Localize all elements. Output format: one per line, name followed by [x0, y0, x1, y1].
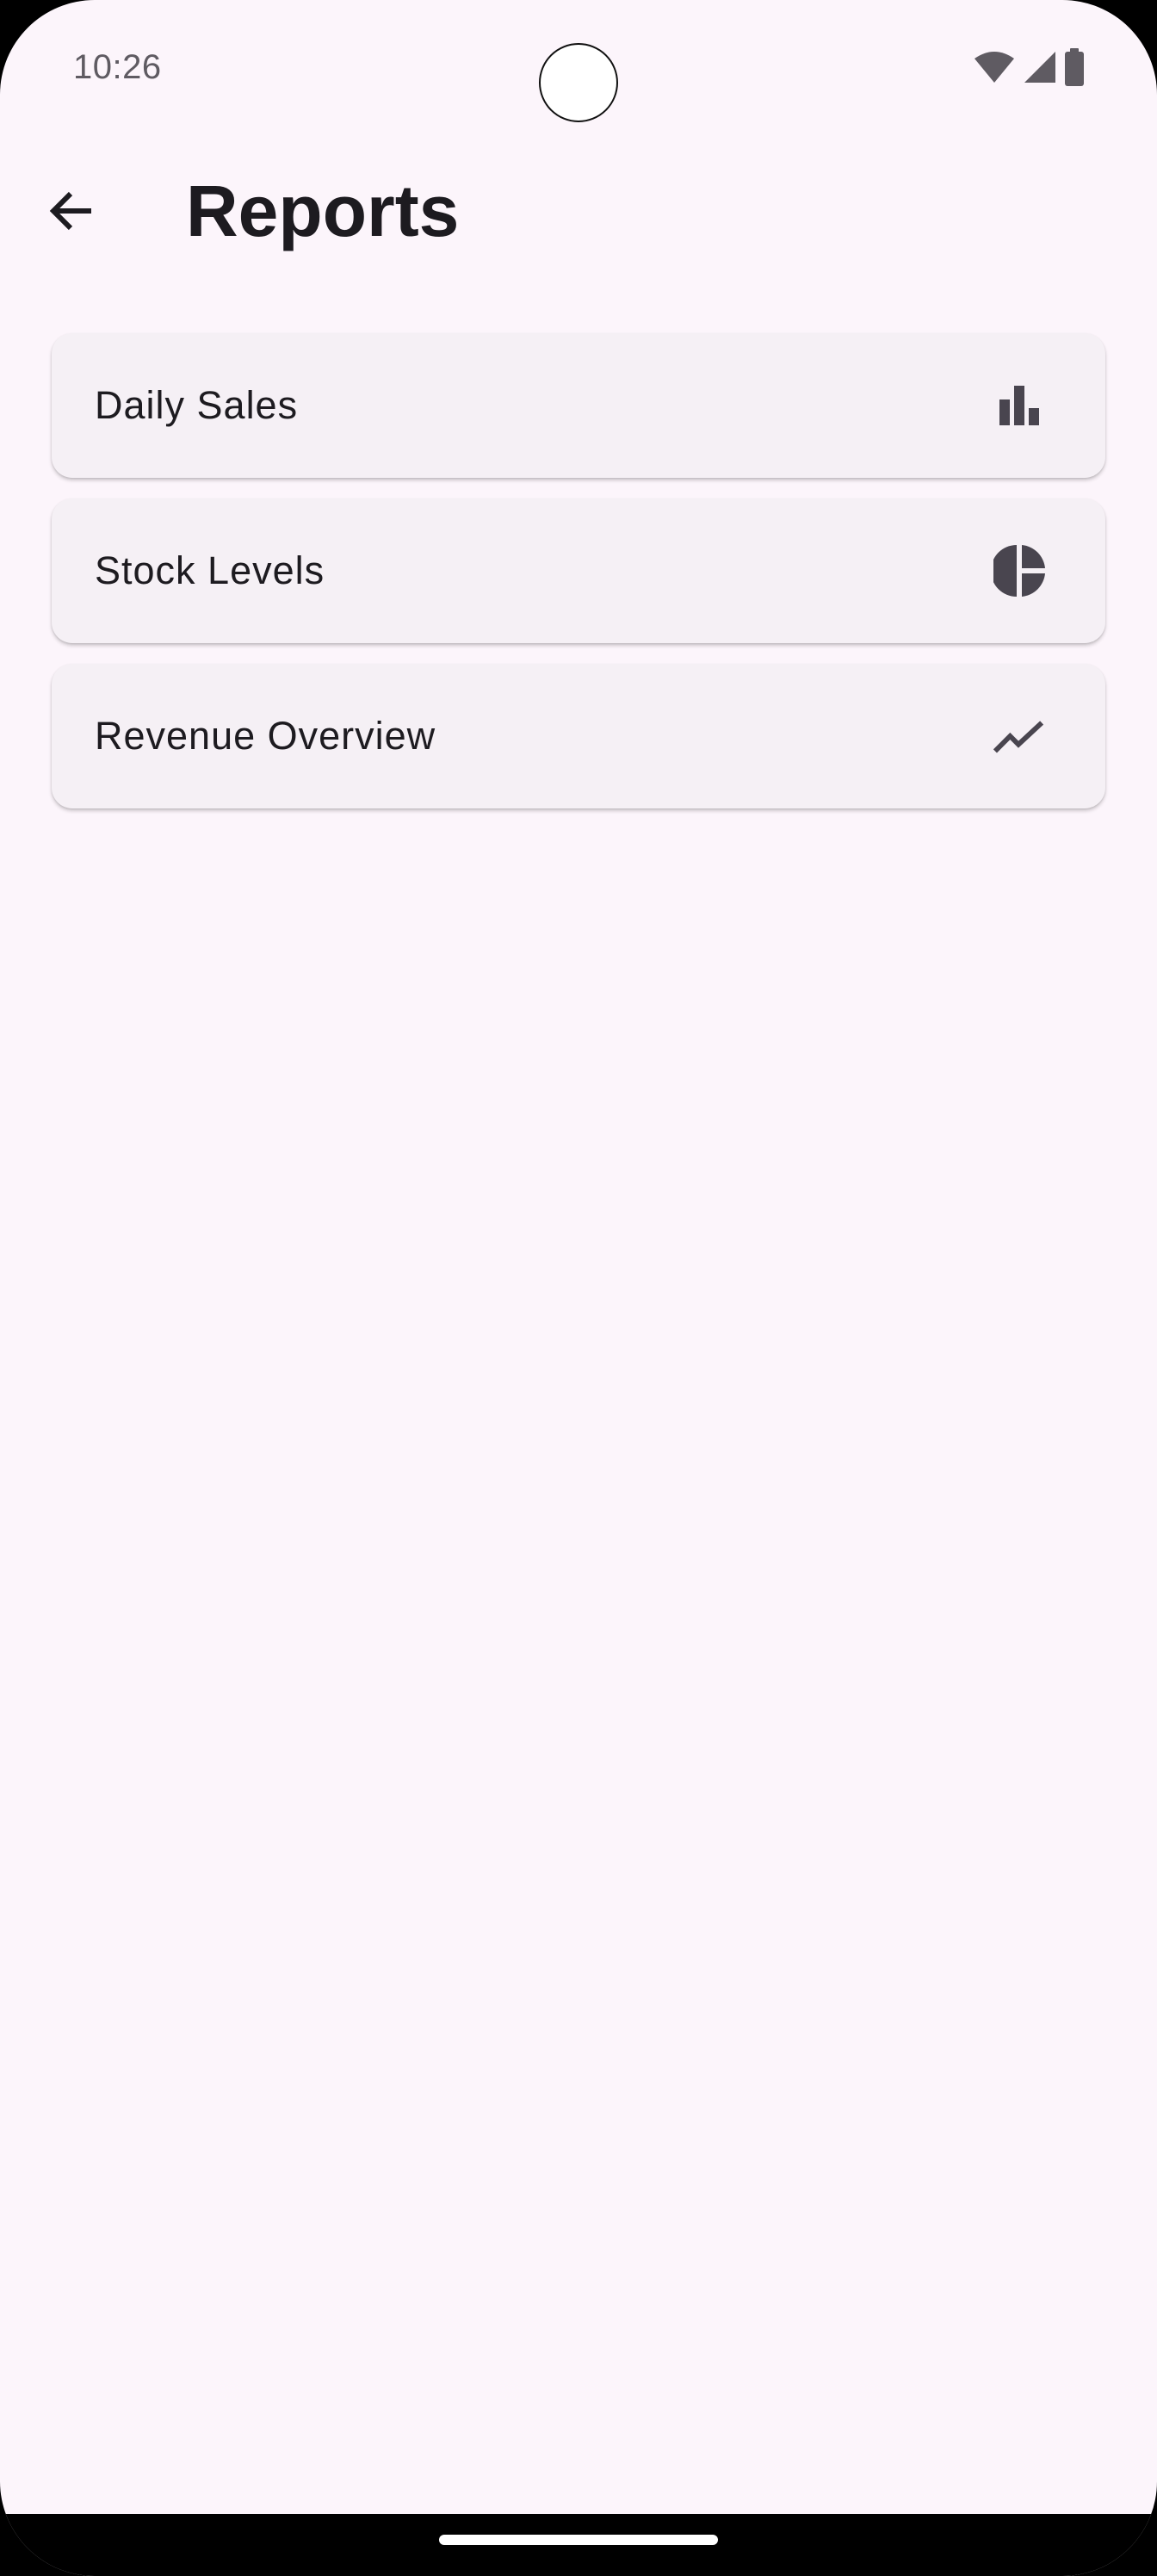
trending-up-icon	[993, 710, 1045, 762]
page-title: Reports	[186, 170, 460, 251]
report-label: Stock Levels	[95, 548, 325, 592]
camera-cutout	[539, 43, 618, 122]
wifi-icon	[973, 50, 1016, 84]
home-indicator[interactable]	[439, 2535, 718, 2545]
phone-screen: 10:26 Reports Daily Sales Stock Levels R…	[0, 0, 1157, 2576]
report-card-revenue-overview[interactable]: Revenue Overview	[52, 664, 1105, 808]
status-bar: 10:26	[0, 0, 1157, 129]
report-label: Daily Sales	[95, 383, 299, 427]
report-card-daily-sales[interactable]: Daily Sales	[52, 333, 1105, 478]
report-label: Revenue Overview	[95, 714, 436, 758]
app-bar: Reports	[0, 151, 1157, 271]
cellular-signal-icon	[1023, 50, 1057, 84]
back-button[interactable]	[29, 171, 112, 254]
status-time: 10:26	[73, 48, 162, 86]
navigation-bar	[0, 2514, 1157, 2576]
pie-chart-icon	[993, 545, 1045, 597]
arrow-back-icon	[48, 190, 93, 236]
report-card-stock-levels[interactable]: Stock Levels	[52, 498, 1105, 643]
battery-icon	[1064, 48, 1085, 86]
status-icons	[973, 48, 1085, 86]
bar-chart-icon	[993, 380, 1045, 431]
report-list: Daily Sales Stock Levels Revenue Overvie…	[52, 333, 1105, 829]
